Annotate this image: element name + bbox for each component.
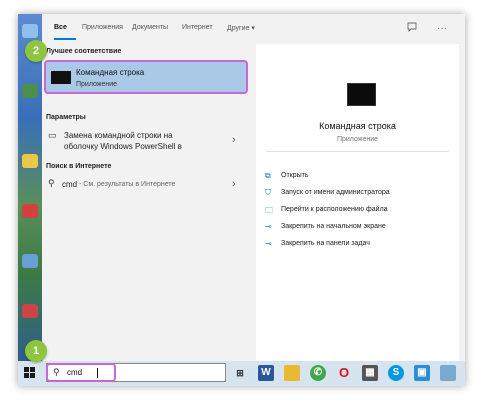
calculator-icon[interactable]: ▦ (362, 365, 378, 381)
web-result-query: cmd (62, 180, 78, 189)
detail-subtitle: Приложение (336, 136, 379, 143)
feedback-icon[interactable] (405, 22, 419, 36)
divider (266, 151, 449, 152)
step-1-badge: 1 (25, 340, 47, 362)
search-highlight-frame (46, 363, 116, 382)
screenshot-frame: Все Приложения Документы Интернет Другие… (18, 14, 465, 386)
desktop-icon[interactable] (22, 154, 38, 168)
tabs-toolbar: ··· (405, 22, 455, 36)
action-pin-taskbar-label: Закрепить на панели задач (281, 240, 370, 247)
settings-result-item[interactable]: ▭ Замена командной строки на оболочку Wi… (42, 128, 256, 154)
chevron-right-icon: › (232, 178, 236, 190)
open-icon: ⧉ (265, 171, 271, 180)
windows-logo-icon (24, 367, 29, 372)
windows-logo-icon (24, 373, 29, 378)
best-match-subtitle: Приложение (76, 81, 118, 88)
windows-logo-icon (30, 373, 35, 378)
chevron-right-icon: › (232, 134, 236, 146)
file-explorer-icon[interactable] (284, 365, 300, 381)
action-open-label: Открыть (281, 172, 309, 179)
settings-result-line1: Замена командной строки на (64, 131, 173, 140)
task-view-icon[interactable]: ⊞ (232, 365, 248, 381)
step-2-badge: 2 (25, 40, 47, 62)
taskbar: ⚲ cmd ⊞ W ✆ O ▦ S ▣ (18, 361, 465, 386)
best-match-header: Лучшее соответствие (46, 48, 122, 55)
desktop-background (18, 14, 42, 361)
web-result-item[interactable]: ⚲ cmd - См. результаты в Интернете › (42, 177, 256, 193)
folder-icon: 🗀 (265, 206, 273, 215)
store-icon[interactable] (440, 365, 456, 381)
word-icon[interactable]: W (258, 365, 274, 381)
search-icon: ⚲ (48, 178, 55, 188)
tab-web[interactable]: Интернет (182, 24, 213, 31)
detail-title: Командная строка (319, 121, 396, 131)
desktop-icon[interactable] (22, 304, 38, 318)
pin-icon: ⊸ (265, 239, 272, 248)
skype-icon[interactable]: S (388, 365, 404, 381)
search-panel: Все Приложения Документы Интернет Другие… (42, 14, 465, 361)
action-run-as-admin-label: Запуск от имени администратора (281, 189, 390, 196)
desktop-icon[interactable] (22, 254, 38, 268)
cmd-app-large-icon (347, 83, 376, 106)
active-tab-indicator (54, 38, 76, 40)
best-match-item[interactable]: Командная строка Приложение (44, 60, 248, 94)
desktop-icon[interactable] (22, 24, 38, 38)
web-result-hint: - См. результаты в Интернете (79, 181, 176, 188)
action-open-location-label: Перейти к расположению файла (281, 206, 388, 213)
cmd-app-icon (51, 71, 71, 84)
filter-tabs: Все Приложения Документы Интернет Другие… (42, 14, 465, 42)
monitor-icon: ▭ (48, 130, 57, 140)
whatsapp-icon[interactable]: ✆ (310, 365, 326, 381)
action-pin-start-label: Закрепить на начальном экране (281, 223, 386, 230)
windows-logo-icon (30, 367, 35, 372)
more-icon[interactable]: ··· (435, 22, 449, 36)
pin-icon: ⊸ (265, 222, 272, 231)
shield-icon: ⛉ (265, 188, 271, 197)
desktop-icon[interactable] (22, 204, 38, 218)
settings-result-line2: оболочку Windows PowerShell в (64, 142, 182, 151)
results-list: Лучшее соответствие Командная строка При… (42, 44, 256, 361)
start-button[interactable] (24, 367, 36, 379)
tab-more[interactable]: Другие ▾ (227, 24, 255, 32)
opera-icon[interactable]: O (336, 365, 352, 381)
photos-icon[interactable]: ▣ (414, 365, 430, 381)
desktop-icon[interactable] (22, 84, 38, 98)
best-match-title: Командная строка (76, 68, 145, 77)
tab-apps[interactable]: Приложения (82, 24, 123, 31)
tab-documents[interactable]: Документы (132, 24, 168, 31)
tab-all[interactable]: Все (54, 24, 67, 31)
web-search-header: Поиск в Интернете (46, 163, 112, 170)
detail-pane: Командная строка Приложение ⧉ Открыть ⛉ … (256, 44, 459, 361)
settings-header: Параметры (46, 114, 86, 121)
